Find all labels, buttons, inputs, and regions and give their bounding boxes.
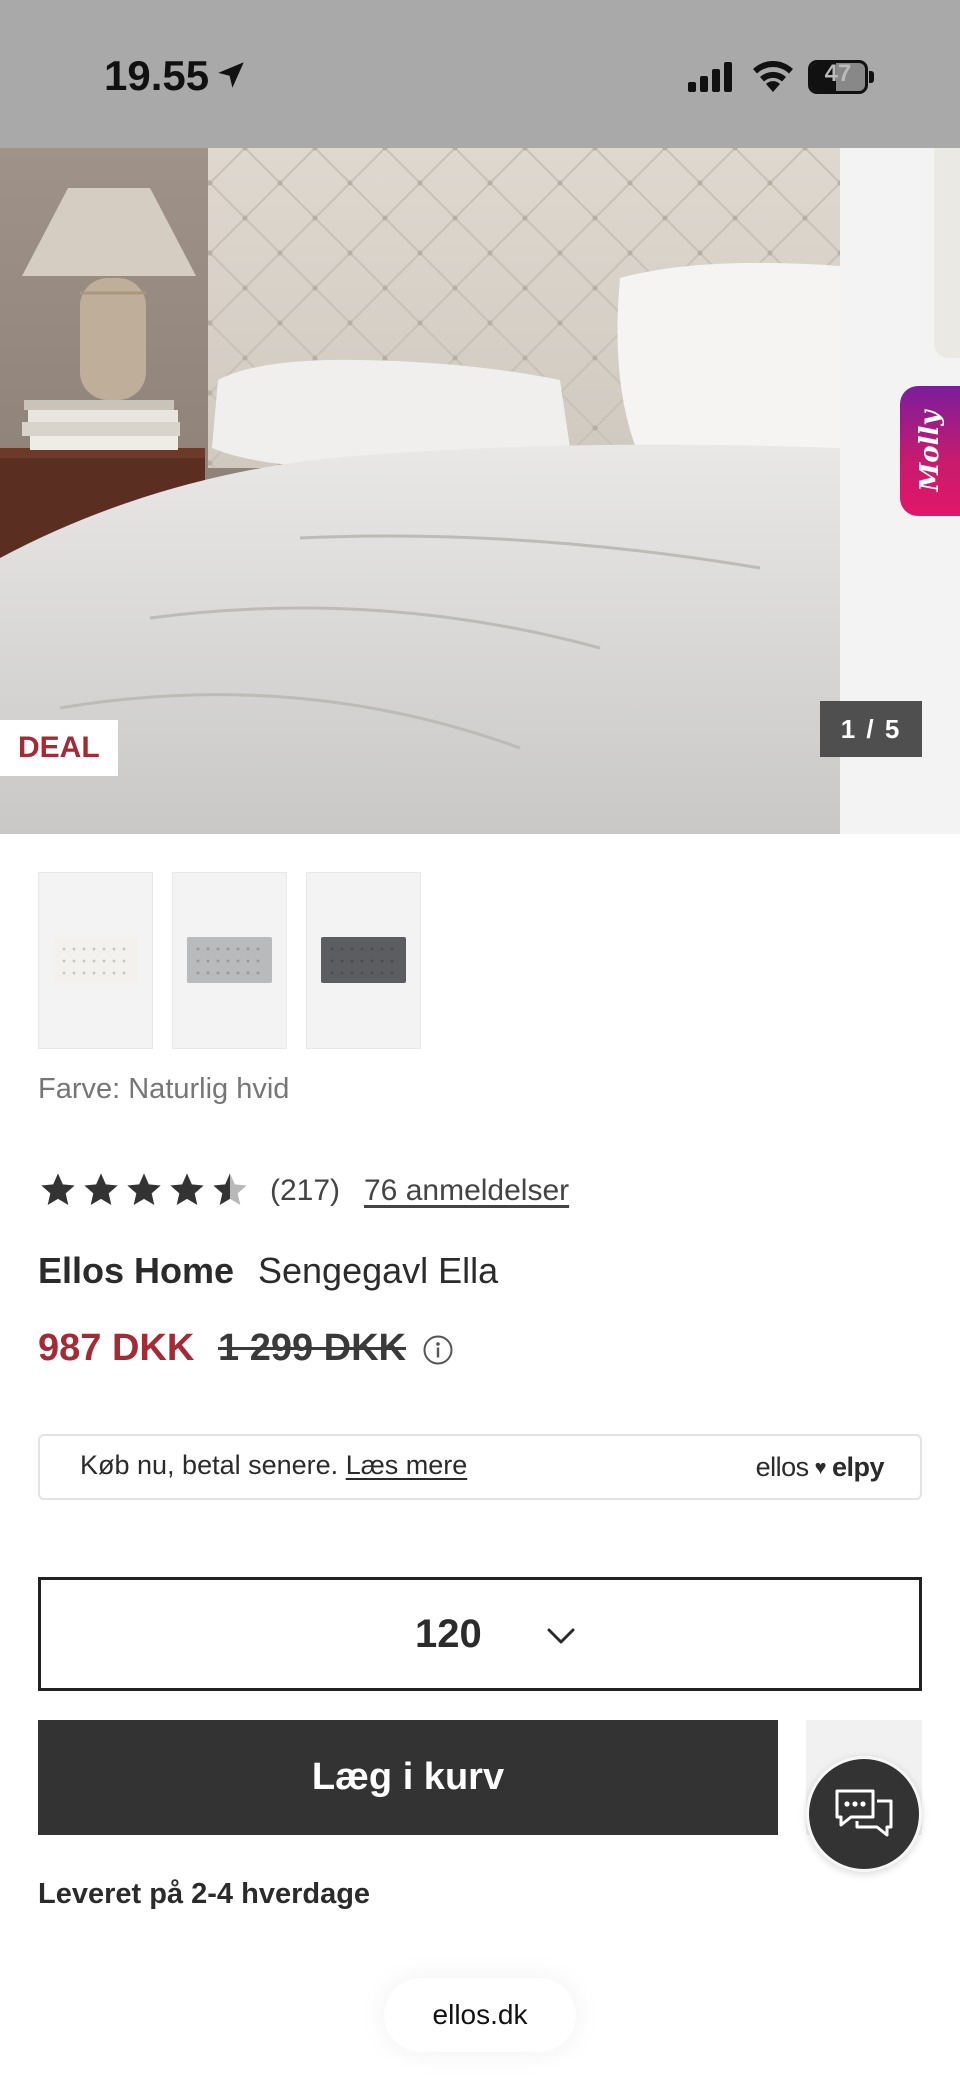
headboard-white-image	[53, 937, 138, 983]
rating-stars[interactable]	[38, 1170, 250, 1210]
add-to-cart-button[interactable]: Læg i kurv	[38, 1720, 778, 1835]
star-full-icon	[127, 1173, 161, 1205]
color-variant-light-grey[interactable]	[172, 872, 287, 1049]
color-variant-dark-grey[interactable]	[306, 872, 421, 1049]
elpy-logo-text: elpy	[831, 1452, 885, 1482]
cellular-signal-icon	[688, 62, 732, 92]
brand-name[interactable]: Ellos Home	[38, 1250, 234, 1292]
pay-later-text: Køb nu, betal senere.	[80, 1450, 339, 1480]
reviews-link[interactable]: 76 anmeldelser	[364, 1174, 569, 1208]
product-name: Sengegavl Ella	[258, 1250, 499, 1291]
status-bar: 19.55 47	[0, 0, 960, 148]
pay-later-banner: Køb nu, betal senere. Læs mere ellos ♥ elp…	[38, 1434, 922, 1500]
delivery-info: Leveret på 2-4 hverdage	[38, 1878, 371, 1910]
battery-nub	[869, 71, 874, 83]
molly-assistant-tab[interactable]: Molly	[900, 386, 960, 516]
deal-badge: DEAL	[0, 720, 118, 776]
color-variant-white[interactable]	[38, 872, 153, 1049]
product-image-gallery[interactable]: DEAL 1 / 5 Molly	[0, 148, 960, 834]
sale-price: 987 DKK	[38, 1327, 195, 1369]
heart-icon: ♥	[814, 1457, 827, 1479]
info-icon[interactable]	[422, 1334, 454, 1366]
battery-icon: 47	[808, 60, 874, 94]
battery-percentage: 47	[824, 60, 852, 87]
original-price: 1 299 DKK	[218, 1327, 406, 1369]
chevron-down-icon	[547, 1628, 575, 1644]
status-time: 19.55	[104, 52, 210, 99]
star-full-icon	[41, 1173, 75, 1205]
product-image[interactable]	[0, 148, 840, 834]
bedroom-photo	[0, 148, 840, 834]
rating-count: (217)	[270, 1174, 341, 1207]
pay-later-text-row: Køb nu, betal senere. Læs mere	[80, 1450, 467, 1481]
ellos-logo-text: ellos	[755, 1452, 810, 1482]
chat-bubbles-icon	[835, 1789, 893, 1837]
image-counter: 1 / 5	[820, 701, 922, 757]
read-more-link[interactable]: Læs mere	[346, 1450, 468, 1480]
headboard-dark-grey-image	[321, 937, 406, 983]
next-image-sliver	[934, 148, 960, 358]
star-full-icon	[170, 1173, 204, 1205]
star-half-icon	[213, 1173, 247, 1205]
wifi-icon	[753, 61, 793, 92]
location-arrow-icon	[218, 62, 244, 88]
selected-color-label: Farve: Naturlig hvid	[38, 1073, 290, 1105]
size-value: 120	[415, 1612, 482, 1656]
molly-label: Molly	[915, 410, 945, 492]
browser-url-bar[interactable]: ellos.dk	[384, 1978, 576, 2052]
chat-button[interactable]	[806, 1756, 922, 1872]
ellos-elpy-logo: ellos ♥ elpy	[755, 1452, 885, 1483]
star-full-icon	[84, 1173, 118, 1205]
headboard-light-grey-image	[187, 937, 272, 983]
size-select[interactable]: 120	[38, 1577, 922, 1691]
